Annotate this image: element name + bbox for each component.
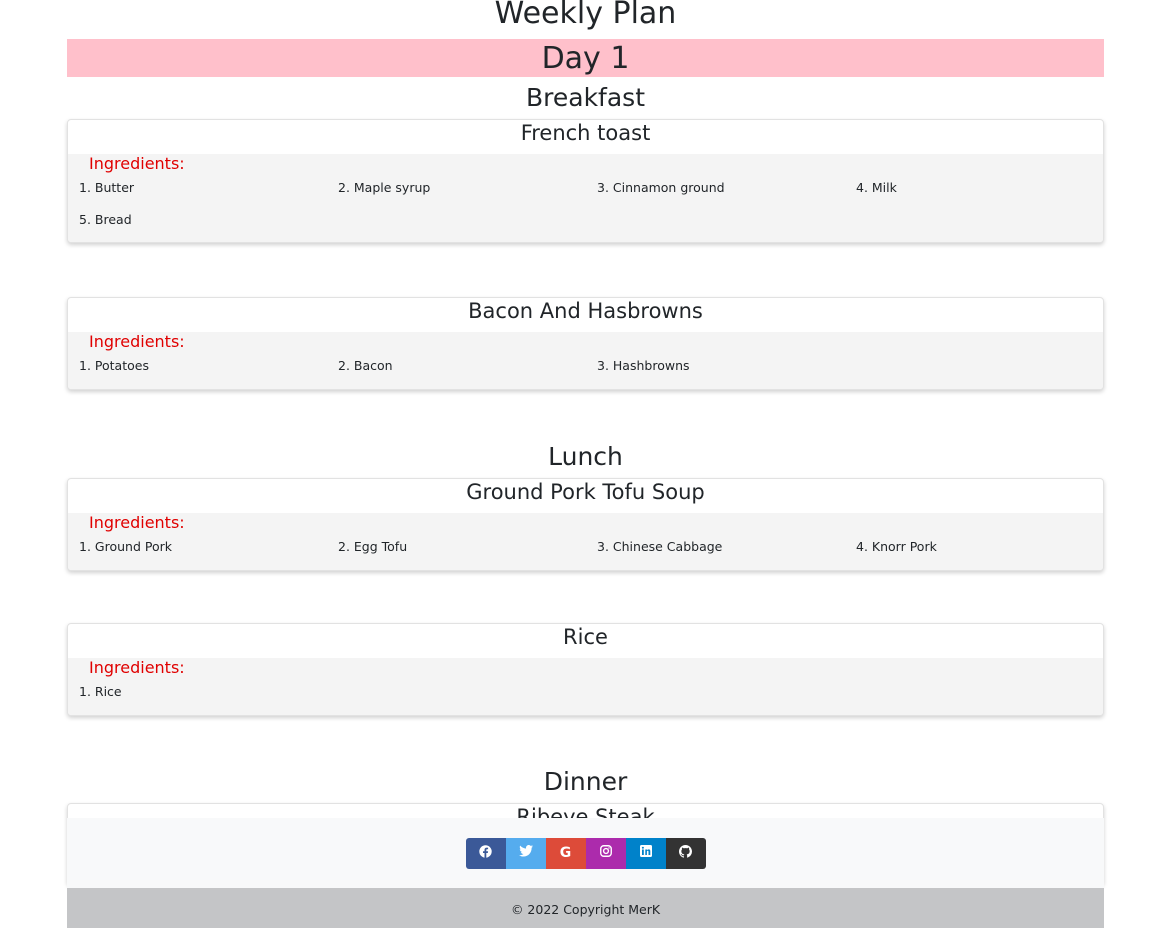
recipe-title: French toast: [520, 121, 651, 145]
page-title: Weekly Plan: [494, 0, 677, 31]
ingredients-box: Ingredients: 1. Butter 2. Maple syrup 3.…: [68, 154, 1103, 242]
ingredient-item: 4. Knorr Pork: [856, 539, 937, 554]
facebook-button[interactable]: [465, 837, 506, 869]
ingredient-item: 4. Milk: [856, 180, 897, 195]
linkedin-icon: [639, 845, 652, 861]
ingredient-item: 5. Bread: [79, 212, 132, 227]
twitter-icon: [518, 845, 533, 861]
ingredients-label: Ingredients:: [89, 658, 185, 677]
ingredients-box: Ingredients: 1. Potatoes 2. Bacon 3. Has…: [68, 332, 1103, 389]
ingredients-label: Ingredients:: [89, 332, 185, 351]
recipe-card: Ground Pork Tofu Soup Ingredients: 1. Gr…: [67, 478, 1104, 571]
ingredient-item: 2. Egg Tofu: [338, 539, 408, 554]
google-icon: G: [559, 845, 572, 861]
linkedin-button[interactable]: [625, 837, 666, 869]
recipe-title: Rice: [563, 625, 608, 649]
copyright-link[interactable]: MerK: [628, 902, 660, 917]
page-root: Weekly Plan Day 1 Breakfast French toast…: [0, 0, 1169, 928]
footer: G © 2022 Copyright MerK: [67, 818, 1104, 928]
ingredient-item: 3. Chinese Cabbage: [597, 539, 723, 554]
copyright-text: © 2022 Copyright: [510, 902, 629, 917]
meal-heading-lunch: Lunch: [548, 442, 623, 471]
main-container: Weekly Plan Day 1 Breakfast French toast…: [67, 0, 1104, 885]
instagram-icon: [599, 845, 612, 861]
ingredients-list: 1. Butter 2. Maple syrup 3. Cinnamon gro…: [68, 174, 1103, 242]
ingredient-item: 2. Bacon: [338, 358, 393, 373]
instagram-button[interactable]: [585, 837, 626, 869]
ingredient-item: 1. Ground Pork: [79, 539, 172, 554]
google-button[interactable]: G: [545, 837, 586, 869]
ingredients-label: Ingredients:: [89, 154, 185, 173]
ingredients-label: Ingredients:: [89, 513, 185, 532]
ingredients-list: 1. Potatoes 2. Bacon 3. Hashbrowns: [68, 352, 1103, 389]
social-bar: G: [67, 818, 1104, 888]
recipe-title: Bacon And Hasbrowns: [468, 299, 703, 323]
recipe-title: Ground Pork Tofu Soup: [466, 480, 705, 504]
ingredients-list: 1. Rice: [68, 678, 1103, 715]
recipe-card: Bacon And Hasbrowns Ingredients: 1. Pota…: [67, 297, 1104, 390]
github-button[interactable]: [665, 837, 706, 869]
ingredient-item: 1. Rice: [79, 684, 122, 699]
recipe-card: Rice Ingredients: 1. Rice: [67, 623, 1104, 716]
twitter-button[interactable]: [505, 837, 546, 869]
ingredients-list: 1. Ground Pork 2. Egg Tofu 3. Chinese Ca…: [68, 533, 1103, 570]
ingredient-item: 1. Potatoes: [79, 358, 149, 373]
copyright-bar: © 2022 Copyright MerK: [67, 888, 1104, 928]
day-banner: Day 1: [67, 39, 1104, 77]
facebook-icon: [479, 844, 492, 862]
ingredients-box: Ingredients: 1. Rice: [68, 658, 1103, 715]
ingredients-box: Ingredients: 1. Ground Pork 2. Egg Tofu …: [68, 513, 1103, 570]
meal-heading-dinner: Dinner: [543, 767, 628, 796]
github-icon: [679, 844, 692, 862]
ingredient-item: 3. Hashbrowns: [597, 358, 690, 373]
ingredient-item: 2. Maple syrup: [338, 180, 431, 195]
meal-heading-breakfast: Breakfast: [525, 83, 645, 112]
ingredient-item: 1. Butter: [79, 180, 135, 195]
ingredient-item: 3. Cinnamon ground: [597, 180, 725, 195]
recipe-card: French toast Ingredients: 1. Butter 2. M…: [67, 119, 1104, 243]
